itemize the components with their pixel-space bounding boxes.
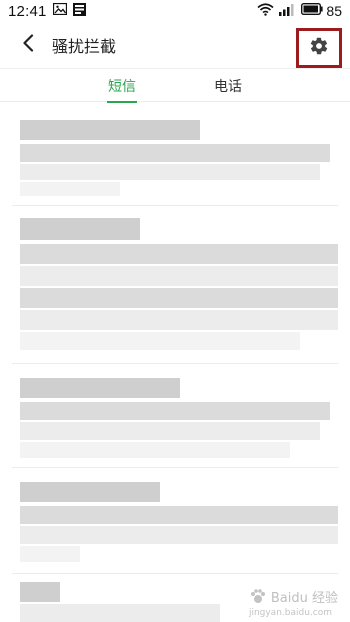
blurred-content [20, 310, 338, 330]
gallery-notification-icon [72, 2, 86, 20]
battery-level: 85 [326, 3, 342, 19]
tab-sms-label: 短信 [108, 79, 136, 95]
blurred-sender [20, 218, 140, 240]
blurred-content [20, 332, 300, 350]
blurred-content [20, 244, 338, 264]
list-item[interactable] [0, 364, 350, 468]
watermark-domain: jingyan.baidu.com [248, 608, 332, 618]
tab-bar: 短信 电话 [0, 68, 350, 103]
status-time: 12:41 [8, 2, 47, 20]
page-title: 骚扰拦截 [52, 37, 117, 56]
blurred-content [20, 422, 320, 440]
blurred-content [20, 402, 330, 420]
blurred-content [20, 442, 290, 458]
blurred-content [20, 182, 120, 196]
blurred-sender [20, 482, 160, 502]
blurred-content [20, 164, 320, 180]
tab-sms[interactable]: 短信 [69, 69, 175, 103]
paw-logo-icon [249, 588, 267, 606]
wifi-icon [257, 2, 274, 20]
blurred-content [20, 506, 338, 524]
blocked-message-list [0, 104, 350, 622]
list-item[interactable] [0, 104, 350, 206]
blurred-sender [20, 120, 200, 140]
blurred-sender [20, 582, 60, 602]
blurred-content [20, 546, 80, 562]
battery-indicator: 85 [301, 2, 342, 19]
gear-icon [309, 36, 329, 60]
image-notification-icon [52, 2, 67, 19]
blurred-content [20, 144, 330, 162]
status-bar: 12:41 85 [0, 0, 350, 22]
blurred-content [20, 288, 338, 308]
blurred-content [20, 266, 338, 286]
blurred-content [20, 526, 338, 544]
tab-calls-label: 电话 [214, 79, 242, 95]
watermark-text: Baidu 经验 [270, 591, 338, 606]
signal-icon [279, 3, 296, 20]
app-header: 骚扰拦截 [0, 22, 350, 68]
list-item[interactable] [0, 468, 350, 574]
active-tab-indicator [107, 101, 137, 103]
tab-calls[interactable]: 电话 [175, 69, 281, 103]
list-item[interactable] [0, 206, 350, 364]
blurred-content [20, 604, 220, 622]
battery-icon [301, 2, 324, 19]
blurred-sender [20, 378, 180, 398]
back-button[interactable] [8, 23, 48, 67]
chevron-left-icon [22, 34, 34, 56]
baidu-watermark: Baidu 经验 [249, 587, 338, 606]
settings-button[interactable] [296, 28, 342, 68]
